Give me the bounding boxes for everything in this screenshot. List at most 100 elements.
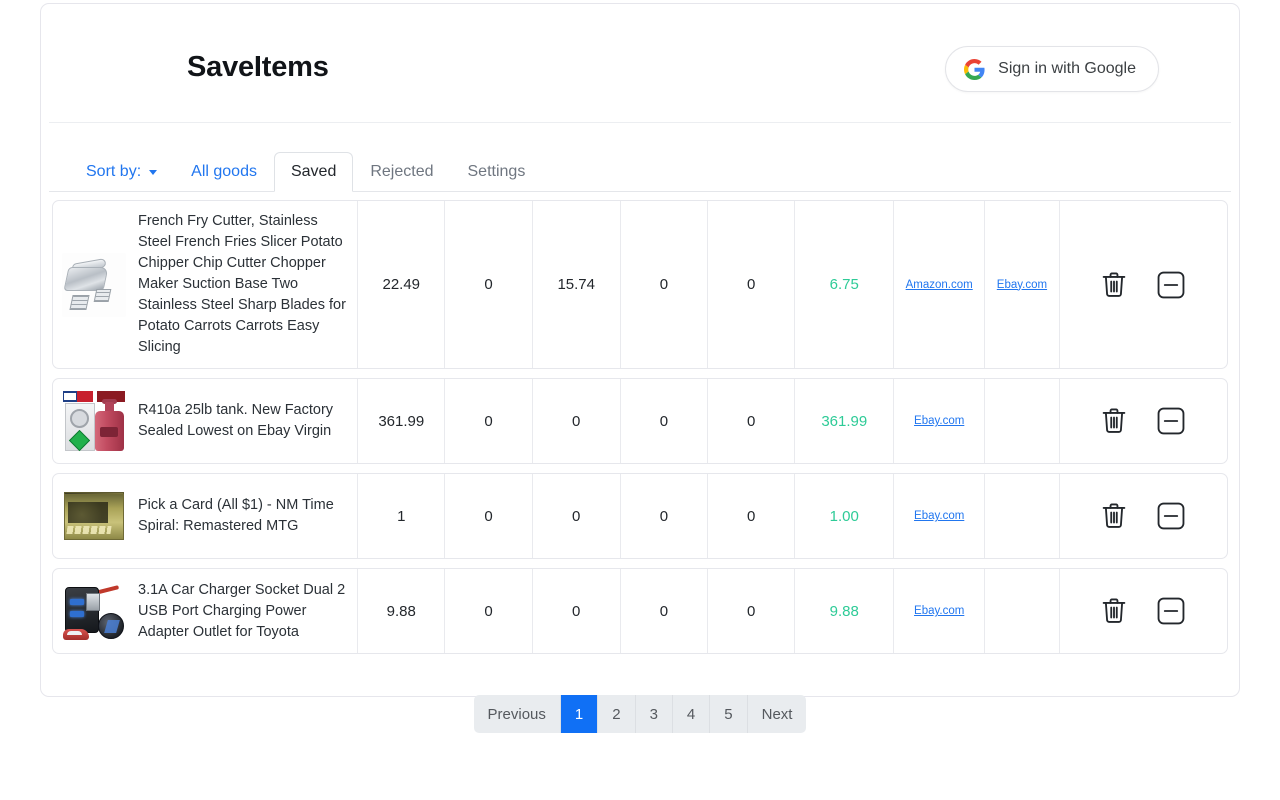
price-column-4: 0	[621, 474, 709, 559]
price-column-5: 0	[708, 201, 796, 369]
store-link-cell-2	[985, 474, 1060, 559]
minus-square-icon	[1156, 407, 1186, 439]
store-link-cell-1: Ebay.com	[894, 474, 986, 559]
minus-square-icon	[1156, 502, 1186, 534]
row-actions	[1060, 379, 1227, 463]
price-column-3: 0	[533, 379, 621, 464]
price-column-1: 9.88	[358, 569, 446, 654]
trash-icon	[1100, 598, 1128, 629]
price-column-3: 15.74	[533, 201, 621, 369]
trash-icon	[1100, 503, 1128, 534]
pagination-page-1[interactable]: 1	[560, 695, 599, 734]
price-column-4: 0	[621, 379, 709, 464]
delete-button[interactable]	[1100, 596, 1128, 626]
tab-rejected[interactable]: Rejected	[353, 152, 450, 192]
product-title: French Fry Cutter, Stainless Steel Frenc…	[138, 213, 346, 356]
tab-bar: Sort by: All goods Saved Rejected Settin…	[49, 123, 1231, 192]
delete-button[interactable]	[1100, 501, 1128, 531]
trash-icon	[1100, 408, 1128, 439]
app-page: SaveItems Sign in with Google Sort by: A…	[0, 0, 1280, 800]
row-actions	[1060, 201, 1227, 368]
delete-button[interactable]	[1100, 270, 1128, 300]
row-actions	[1060, 474, 1227, 558]
tab-saved[interactable]: Saved	[273, 152, 354, 192]
price-column-2: 0	[445, 569, 533, 654]
mtg-time-spiral-box-thumbnail	[62, 484, 126, 549]
minus-square-icon	[1156, 271, 1186, 303]
price-column-3: 0	[533, 569, 621, 654]
reject-button[interactable]	[1156, 596, 1186, 626]
trash-icon	[1100, 272, 1128, 303]
store-link-amazon[interactable]: Amazon.com	[906, 279, 973, 291]
sort-by-label: Sort by:	[86, 163, 142, 180]
tab-rejected-label: Rejected	[370, 163, 434, 180]
price-column-2: 0	[445, 201, 533, 369]
store-link-cell-2	[985, 379, 1060, 464]
pagination-page-2[interactable]: 2	[598, 695, 636, 734]
store-link-cell-2	[985, 569, 1060, 654]
product-cell: 3.1A Car Charger Socket Dual 2 USB Port …	[53, 569, 359, 654]
minus-square-icon	[1156, 597, 1186, 629]
product-cell: R410a 25lb tank. New Factory Sealed Lowe…	[53, 379, 359, 464]
app-header: SaveItems Sign in with Google	[49, 4, 1231, 123]
car-usb-charger-thumbnail	[62, 579, 126, 644]
price-column-2: 0	[445, 474, 533, 559]
price-column-4: 0	[621, 201, 709, 369]
table-row: R410a 25lb tank. New Factory Sealed Lowe…	[52, 378, 1228, 465]
best-price: 361.99	[795, 379, 895, 464]
product-cell: Pick a Card (All $1) - NM Time Spiral: R…	[53, 474, 359, 559]
tab-saved-label: Saved	[290, 163, 337, 180]
best-price: 1.00	[795, 474, 895, 559]
best-price: 9.88	[795, 569, 895, 654]
price-column-2: 0	[445, 379, 533, 464]
tab-settings[interactable]: Settings	[451, 152, 543, 192]
store-link-cell-1: Ebay.com	[894, 569, 986, 654]
price-column-1: 22.49	[358, 201, 446, 369]
delete-button[interactable]	[1100, 406, 1128, 436]
price-column-1: 1	[358, 474, 446, 559]
store-link-cell-1: Ebay.com	[894, 379, 986, 464]
pagination-previous[interactable]: Previous	[473, 695, 561, 734]
pagination-next[interactable]: Next	[747, 695, 807, 734]
product-title: Pick a Card (All $1) - NM Time Spiral: R…	[138, 497, 334, 535]
pagination-page-3[interactable]: 3	[635, 695, 673, 734]
product-cell: French Fry Cutter, Stainless Steel Frenc…	[53, 201, 359, 369]
price-column-3: 0	[533, 474, 621, 559]
pagination-page-5[interactable]: 5	[710, 695, 748, 734]
price-column-4: 0	[621, 569, 709, 654]
table-row: Pick a Card (All $1) - NM Time Spiral: R…	[52, 473, 1228, 560]
app-card: SaveItems Sign in with Google Sort by: A…	[40, 3, 1240, 734]
reject-button[interactable]	[1156, 501, 1186, 531]
tab-settings-label: Settings	[467, 163, 526, 180]
store-link-cell-1: Amazon.com	[894, 201, 986, 369]
price-column-5: 0	[708, 474, 796, 559]
google-button-label: Sign in with Google	[998, 60, 1136, 77]
sort-by-dropdown[interactable]: Sort by:	[69, 152, 174, 192]
store-link-ebay[interactable]: Ebay.com	[914, 510, 964, 522]
pagination-page-4[interactable]: 4	[672, 695, 711, 734]
items-table: French Fry Cutter, Stainless Steel Frenc…	[41, 192, 1239, 655]
pagination-group: Previous 1 2 3 4 5 Next	[473, 695, 807, 734]
chevron-down-icon	[149, 169, 158, 175]
price-column-5: 0	[708, 569, 796, 654]
table-row: 3.1A Car Charger Socket Dual 2 USB Port …	[52, 568, 1228, 655]
product-title: R410a 25lb tank. New Factory Sealed Lowe…	[138, 402, 334, 440]
page-title: SaveItems	[187, 51, 329, 83]
reject-button[interactable]	[1156, 270, 1186, 300]
r410a-tank-thumbnail	[62, 389, 126, 454]
store-link-ebay[interactable]: Ebay.com	[914, 605, 964, 617]
pagination: Previous 1 2 3 4 5 Next	[41, 695, 1239, 734]
row-actions	[1060, 569, 1227, 653]
store-link-ebay[interactable]: Ebay.com	[914, 415, 964, 427]
product-title: 3.1A Car Charger Socket Dual 2 USB Port …	[138, 581, 346, 640]
reject-button[interactable]	[1156, 406, 1186, 436]
tab-all-goods[interactable]: All goods	[174, 152, 274, 192]
store-link-cell-2: Ebay.com	[985, 201, 1060, 369]
store-link-ebay[interactable]: Ebay.com	[997, 279, 1047, 291]
google-g-icon	[964, 58, 985, 80]
french-fry-cutter-thumbnail	[62, 252, 126, 317]
table-row: French Fry Cutter, Stainless Steel Frenc…	[52, 200, 1228, 370]
sign-in-with-google-button[interactable]: Sign in with Google	[945, 46, 1159, 92]
price-column-5: 0	[708, 379, 796, 464]
price-column-1: 361.99	[358, 379, 446, 464]
